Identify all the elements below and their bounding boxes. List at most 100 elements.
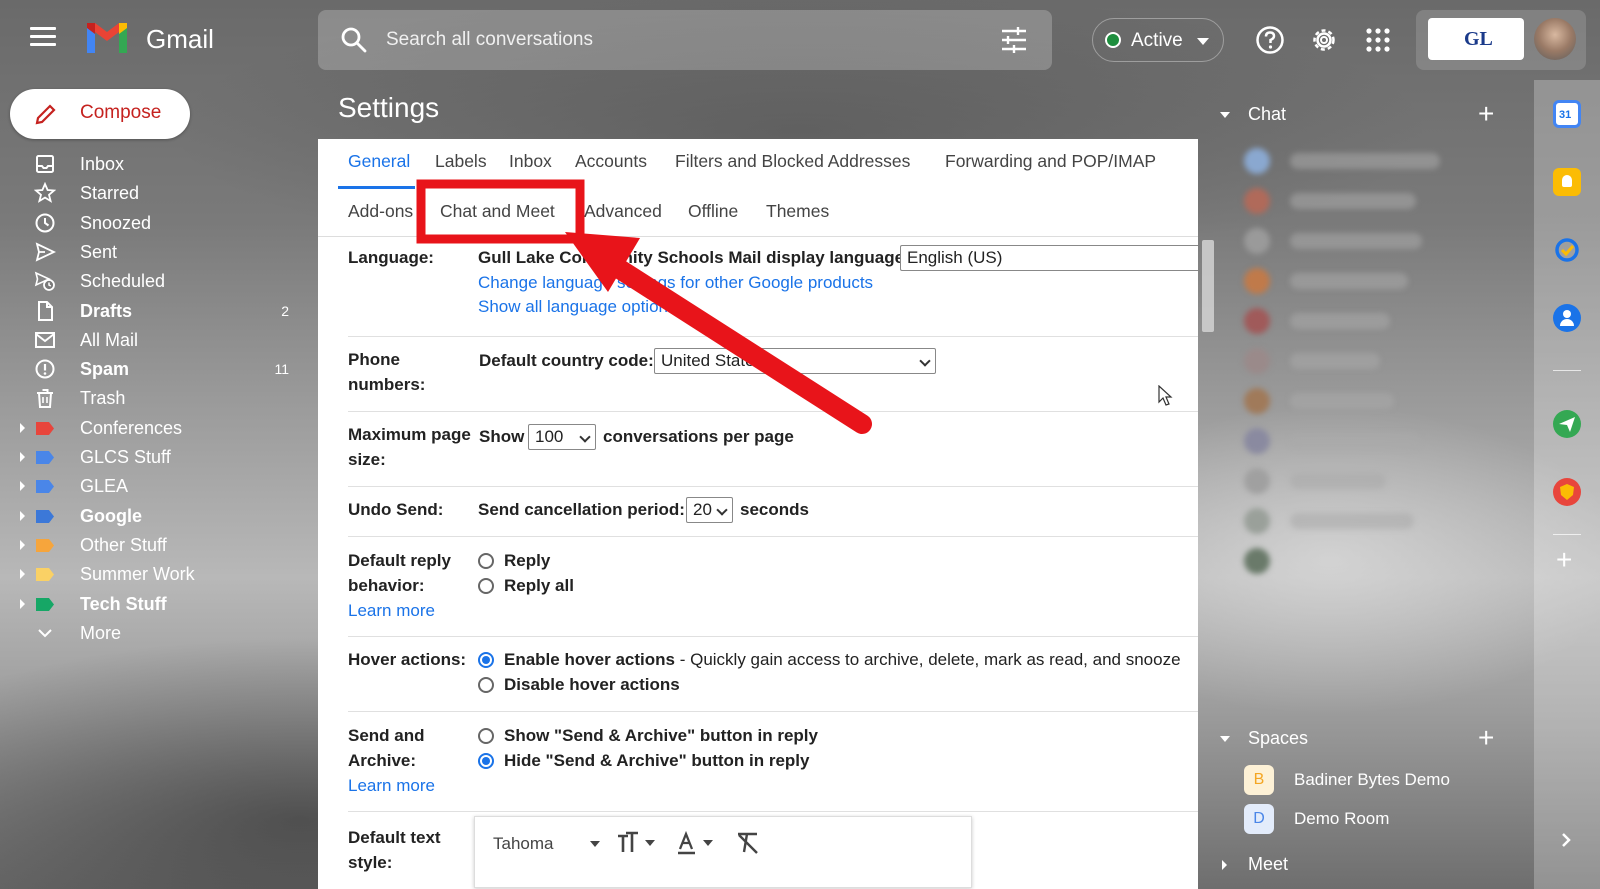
- blurred-chat-name: [1290, 193, 1416, 209]
- nav-item-scheduled[interactable]: Scheduled: [0, 267, 305, 296]
- space-item[interactable]: B Badiner Bytes Demo: [1216, 763, 1506, 797]
- space-item[interactable]: D Demo Room: [1216, 802, 1506, 836]
- label-item-glea[interactable]: GLEA: [0, 472, 305, 501]
- tasks-icon[interactable]: [1553, 236, 1581, 264]
- tab-chat-and-meet[interactable]: Chat and Meet: [440, 201, 555, 222]
- settings-gear-icon[interactable]: [1308, 24, 1340, 56]
- learn-more-link[interactable]: Learn more: [348, 773, 435, 798]
- compose-button[interactable]: Compose: [10, 89, 190, 139]
- new-space-plus-icon[interactable]: +: [1478, 724, 1494, 752]
- blurred-chat-avatar: [1244, 468, 1270, 494]
- tab-offline[interactable]: Offline: [688, 201, 738, 222]
- label-item-other-stuff[interactable]: Other Stuff: [0, 531, 305, 560]
- nav-item-starred[interactable]: Starred: [0, 179, 305, 208]
- tab-advanced[interactable]: Advanced: [584, 201, 662, 222]
- calendar-icon[interactable]: 31: [1553, 100, 1581, 128]
- label-tag-icon: [36, 568, 54, 581]
- settings-scrollbar[interactable]: [1202, 240, 1214, 332]
- show-all-languages-link[interactable]: Show all language options: [478, 294, 676, 319]
- font-size-icon[interactable]: [617, 831, 657, 855]
- keep-icon[interactable]: [1553, 168, 1581, 196]
- nav-item-all-mail[interactable]: All Mail: [0, 326, 305, 355]
- text-color-icon[interactable]: [677, 831, 717, 855]
- blurred-chat-avatar: [1244, 388, 1270, 414]
- setting-label: Default text: [348, 828, 441, 847]
- tab-inbox[interactable]: Inbox: [509, 151, 552, 172]
- account-avatar[interactable]: [1534, 18, 1576, 60]
- unread-count: 11: [274, 361, 289, 377]
- caret-down-icon: [1197, 38, 1209, 45]
- get-addons-plus-icon[interactable]: +: [1556, 546, 1572, 574]
- disable-hover-radio[interactable]: [478, 677, 494, 693]
- label-item-tech-stuff[interactable]: Tech Stuff: [0, 590, 305, 619]
- addon-shield-icon[interactable]: [1553, 478, 1581, 506]
- learn-more-link[interactable]: Learn more: [348, 598, 435, 623]
- search-bar[interactable]: [318, 10, 1052, 70]
- expand-caret-icon[interactable]: [20, 511, 25, 521]
- show-side-panel-chevron-icon[interactable]: [1558, 832, 1574, 848]
- reply-all-radio[interactable]: [478, 578, 494, 594]
- search-input[interactable]: [386, 10, 966, 70]
- expand-caret-icon[interactable]: [20, 481, 25, 491]
- remove-formatting-icon[interactable]: [735, 831, 761, 855]
- label-item-summer-work[interactable]: Summer Work: [0, 560, 305, 589]
- tab-themes[interactable]: Themes: [766, 201, 829, 222]
- label-item-glcs-stuff[interactable]: GLCS Stuff: [0, 443, 305, 472]
- help-icon[interactable]: [1254, 24, 1286, 56]
- undo-send-select[interactable]: 20: [686, 497, 733, 523]
- search-icon[interactable]: [340, 26, 368, 54]
- show-send-archive-radio[interactable]: [478, 728, 494, 744]
- spaces-section-header[interactable]: Spaces +: [1216, 724, 1506, 754]
- nav-item-spam[interactable]: Spam 11: [0, 355, 305, 384]
- change-language-link[interactable]: Change language settings for other Googl…: [478, 270, 873, 295]
- clock-icon: [35, 213, 55, 233]
- tab-forwarding[interactable]: Forwarding and POP/IMAP: [945, 151, 1156, 172]
- new-chat-plus-icon[interactable]: +: [1478, 100, 1494, 128]
- space-name: Demo Room: [1294, 809, 1390, 828]
- nav-item-drafts[interactable]: Drafts 2: [0, 297, 305, 326]
- font-select[interactable]: Tahoma: [493, 831, 553, 856]
- expand-caret-icon[interactable]: [1222, 860, 1227, 870]
- collapse-caret-icon[interactable]: [1220, 112, 1230, 118]
- account-area[interactable]: GL: [1416, 10, 1586, 70]
- nav-item-snoozed[interactable]: Snoozed: [0, 209, 305, 238]
- expand-caret-icon[interactable]: [20, 452, 25, 462]
- main-menu-icon[interactable]: [30, 27, 56, 47]
- expand-caret-icon[interactable]: [20, 540, 25, 550]
- reply-radio[interactable]: [478, 553, 494, 569]
- expand-caret-icon[interactable]: [20, 423, 25, 433]
- label-item-conferences[interactable]: Conferences: [0, 414, 305, 443]
- nav-item-sent[interactable]: Sent: [0, 238, 305, 267]
- hide-send-archive-radio[interactable]: [478, 753, 494, 769]
- addon-send-icon[interactable]: [1553, 410, 1581, 438]
- page-size-select[interactable]: 100: [528, 424, 596, 450]
- status-dropdown[interactable]: Active: [1092, 18, 1224, 62]
- meet-section-header[interactable]: Meet: [1216, 850, 1506, 880]
- tab-labels[interactable]: Labels: [435, 151, 487, 172]
- language-select[interactable]: English (US): [900, 245, 1198, 271]
- reply-all-option-label: Reply all: [504, 576, 574, 595]
- tab-add-ons[interactable]: Add-ons: [348, 201, 413, 222]
- gmail-logo-icon[interactable]: [84, 20, 130, 56]
- nav-more[interactable]: More: [0, 619, 305, 648]
- nav-item-trash[interactable]: Trash: [0, 384, 305, 413]
- expand-caret-icon[interactable]: [20, 569, 25, 579]
- search-options-icon[interactable]: [1000, 27, 1028, 53]
- collapse-caret-icon[interactable]: [1220, 736, 1230, 742]
- apps-grid-icon[interactable]: [1362, 24, 1394, 56]
- spaces-title: Spaces: [1248, 728, 1309, 748]
- setting-label: style:: [348, 853, 393, 872]
- rail-divider: [1553, 370, 1581, 371]
- chat-section-header[interactable]: Chat +: [1216, 100, 1506, 130]
- tab-filters[interactable]: Filters and Blocked Addresses: [675, 151, 910, 172]
- tab-accounts[interactable]: Accounts: [575, 151, 647, 172]
- expand-caret-icon[interactable]: [20, 599, 25, 609]
- nav-item-inbox[interactable]: Inbox: [0, 150, 305, 179]
- enable-hover-radio[interactable]: [478, 652, 494, 668]
- label-item-google[interactable]: Google: [0, 502, 305, 531]
- font-caret-icon[interactable]: [589, 840, 601, 848]
- tab-general[interactable]: General: [348, 151, 410, 172]
- setting-label: Maximum page: [348, 425, 471, 444]
- contacts-icon[interactable]: [1553, 304, 1581, 332]
- country-code-select[interactable]: United States: [654, 348, 936, 374]
